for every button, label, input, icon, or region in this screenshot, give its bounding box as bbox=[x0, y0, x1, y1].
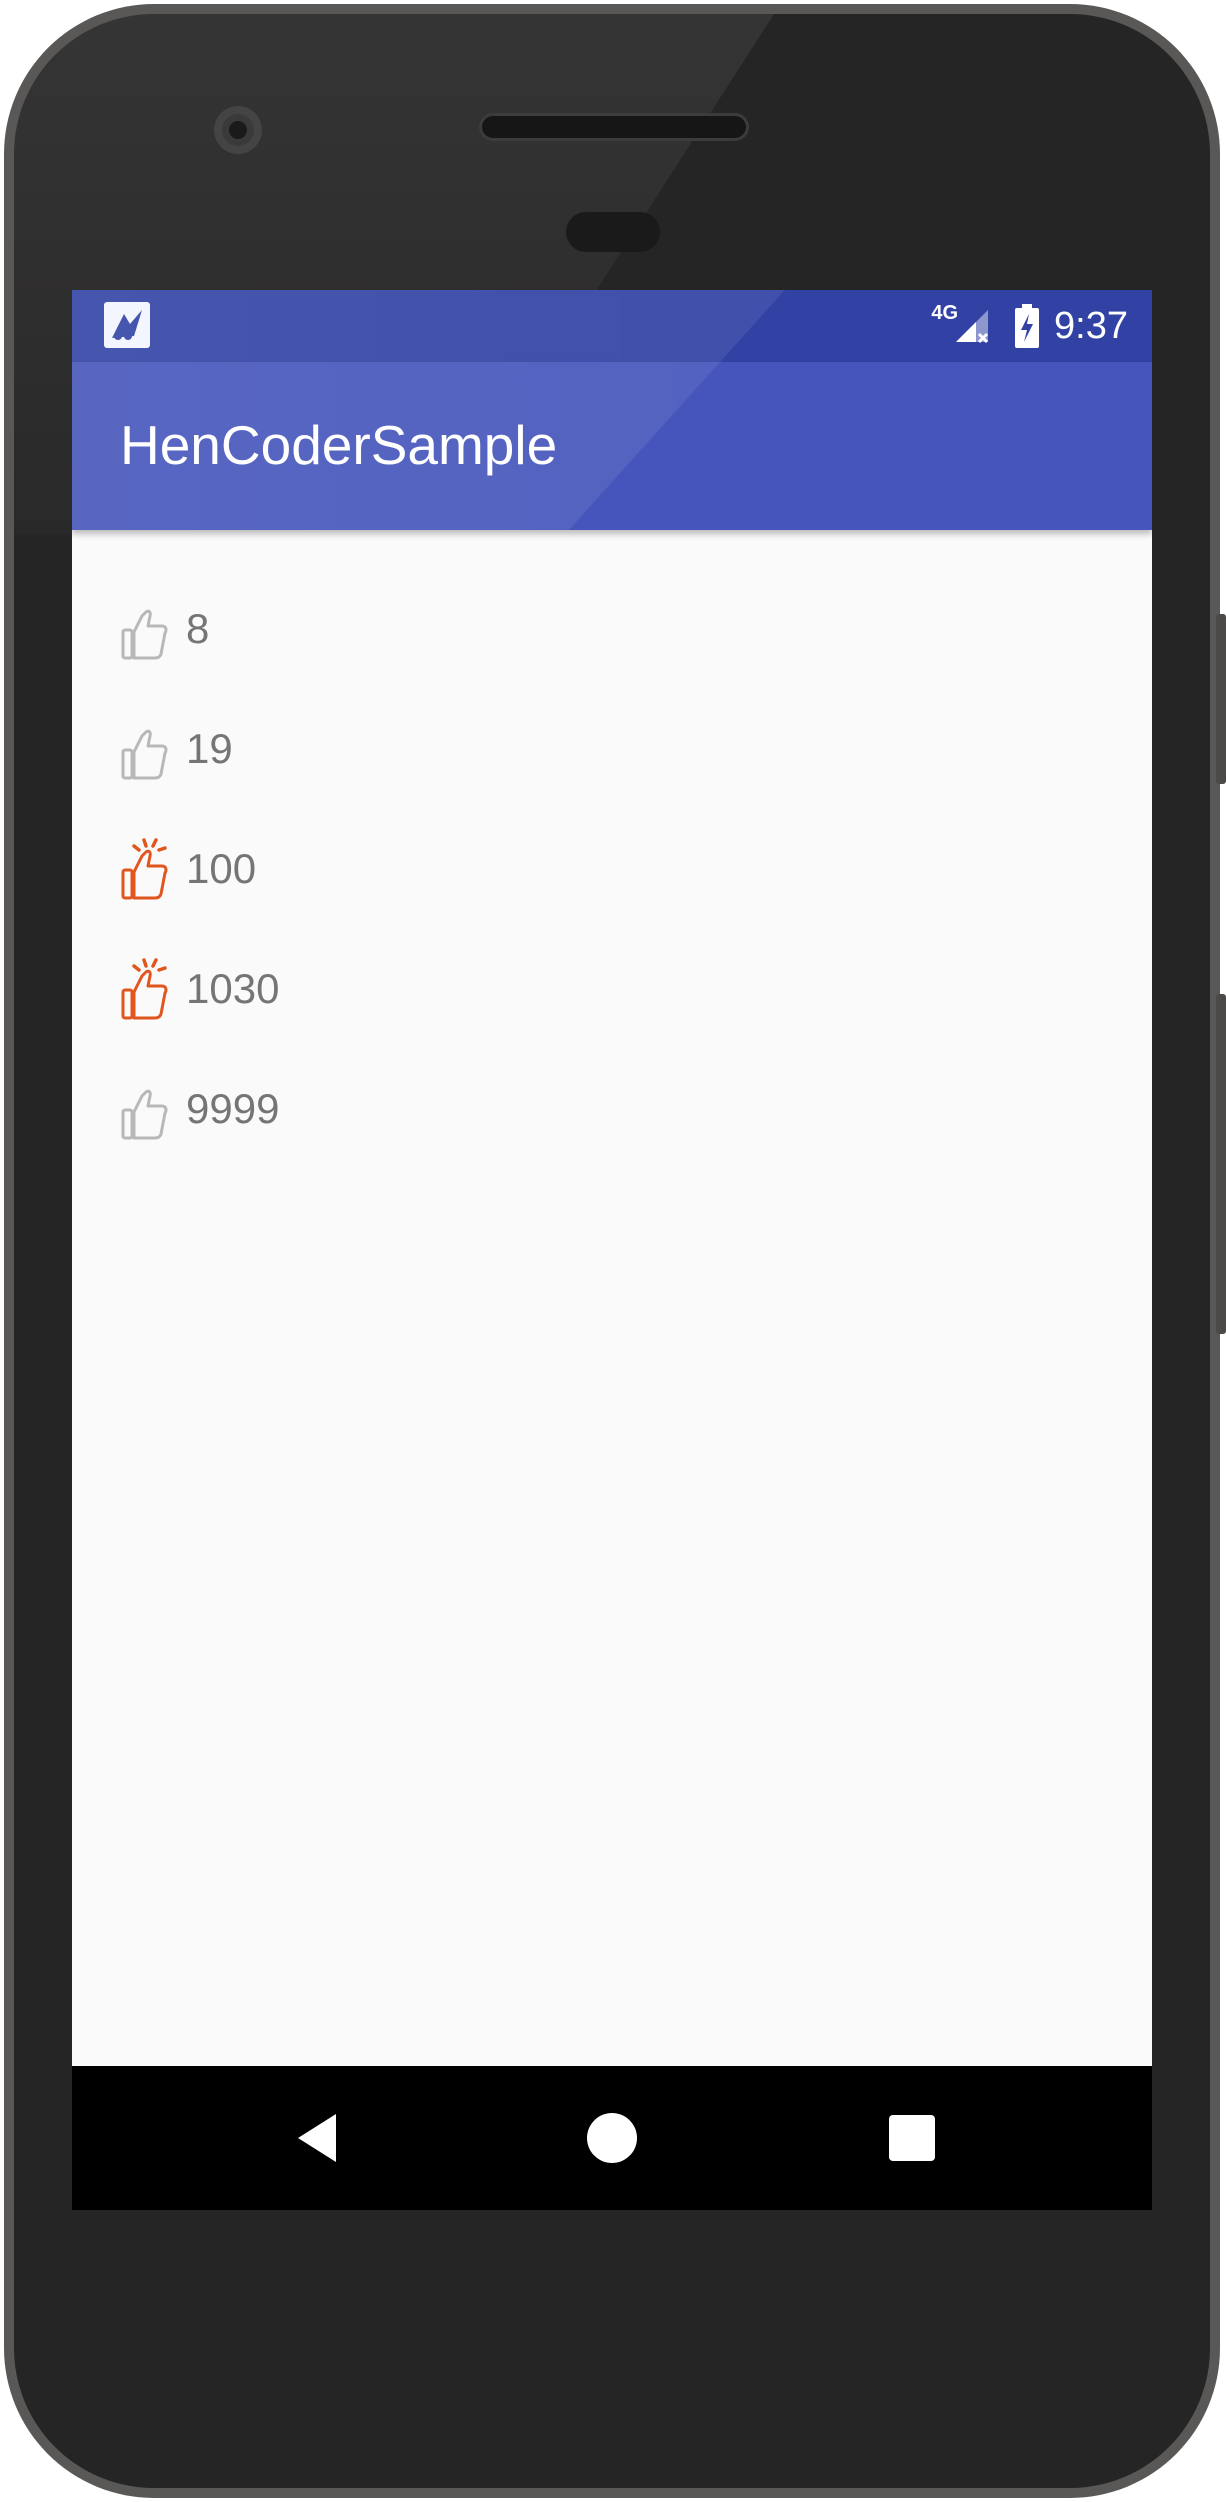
screen: 4G 9:37 HenCoderSample 8 19 100 1030 999… bbox=[72, 290, 1152, 2210]
like-row[interactable]: 100 bbox=[120, 829, 256, 909]
thumbs-up-sparkle-icon[interactable] bbox=[120, 956, 170, 1022]
volume-button bbox=[1216, 994, 1226, 1334]
like-row[interactable]: 8 bbox=[120, 589, 209, 669]
power-button bbox=[1216, 614, 1226, 784]
phone-frame: 4G 9:37 HenCoderSample 8 19 100 1030 999… bbox=[4, 4, 1226, 2498]
recents-square-icon[interactable] bbox=[884, 2110, 940, 2166]
thumbs-up-icon[interactable] bbox=[120, 716, 170, 782]
like-row[interactable]: 19 bbox=[120, 709, 233, 789]
status-bar: 4G 9:37 bbox=[72, 290, 1152, 362]
app-notification-icon bbox=[104, 302, 150, 348]
signal-icon bbox=[956, 310, 989, 344]
thumbs-up-icon[interactable] bbox=[120, 596, 170, 662]
thumbs-up-sparkle-icon[interactable] bbox=[120, 836, 170, 902]
like-count: 100 bbox=[186, 845, 257, 892]
navigation-bar bbox=[72, 2066, 1152, 2210]
like-count: 8 bbox=[186, 605, 210, 652]
toolbar: HenCoderSample bbox=[72, 362, 1152, 530]
status-indicators: 4G 9:37 bbox=[931, 300, 1128, 352]
proximity-sensor bbox=[566, 212, 660, 252]
like-count: 19 bbox=[186, 725, 233, 772]
like-count: 9999 bbox=[186, 1085, 280, 1132]
thumbs-up-icon[interactable] bbox=[120, 1076, 170, 1142]
like-count: 1030 bbox=[186, 965, 280, 1012]
like-row[interactable]: 1030 bbox=[120, 949, 279, 1029]
front-camera bbox=[214, 106, 262, 154]
clock: 9:37 bbox=[1054, 304, 1128, 347]
like-row[interactable]: 9999 bbox=[120, 1069, 279, 1149]
home-circle-icon[interactable] bbox=[584, 2110, 640, 2166]
page-title: HenCoderSample bbox=[120, 414, 558, 476]
earpiece-speaker bbox=[482, 116, 746, 138]
battery-charging-icon bbox=[1015, 304, 1040, 348]
back-triangle-icon[interactable] bbox=[292, 2110, 348, 2166]
